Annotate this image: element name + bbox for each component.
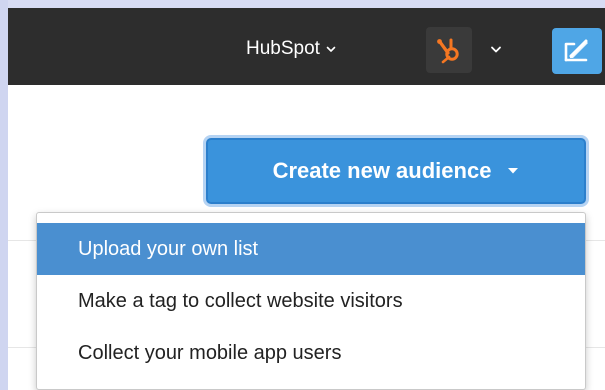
menu-item-label: Make a tag to collect website visitors	[78, 290, 403, 312]
account-name: HubSpot	[246, 38, 320, 59]
hubspot-sprocket-icon	[437, 38, 459, 64]
menu-item-website-tag[interactable]: Make a tag to collect website visitors	[37, 275, 585, 327]
menu-item-mobile-app-users[interactable]: Collect your mobile app users	[37, 327, 585, 379]
caret-down-icon	[508, 168, 519, 174]
compose-icon	[564, 39, 588, 62]
top-navigation-bar: HubSpot	[8, 8, 605, 85]
create-new-audience-label: Create new audience	[272, 158, 492, 183]
chevron-down-icon[interactable]	[490, 44, 502, 54]
menu-item-label: Collect your mobile app users	[78, 342, 342, 364]
audience-dropdown-menu: Upload your own list Make a tag to colle…	[36, 212, 586, 390]
window-frame	[0, 0, 8, 390]
compose-button[interactable]	[552, 28, 602, 74]
menu-item-upload-list[interactable]: Upload your own list	[37, 223, 585, 275]
account-switcher[interactable]: HubSpot	[246, 36, 336, 62]
menu-item-label: Upload your own list	[78, 238, 259, 260]
create-new-audience-button[interactable]: Create new audience	[206, 138, 586, 204]
hubspot-logo-button[interactable]	[426, 27, 472, 73]
chevron-down-icon	[326, 46, 336, 52]
